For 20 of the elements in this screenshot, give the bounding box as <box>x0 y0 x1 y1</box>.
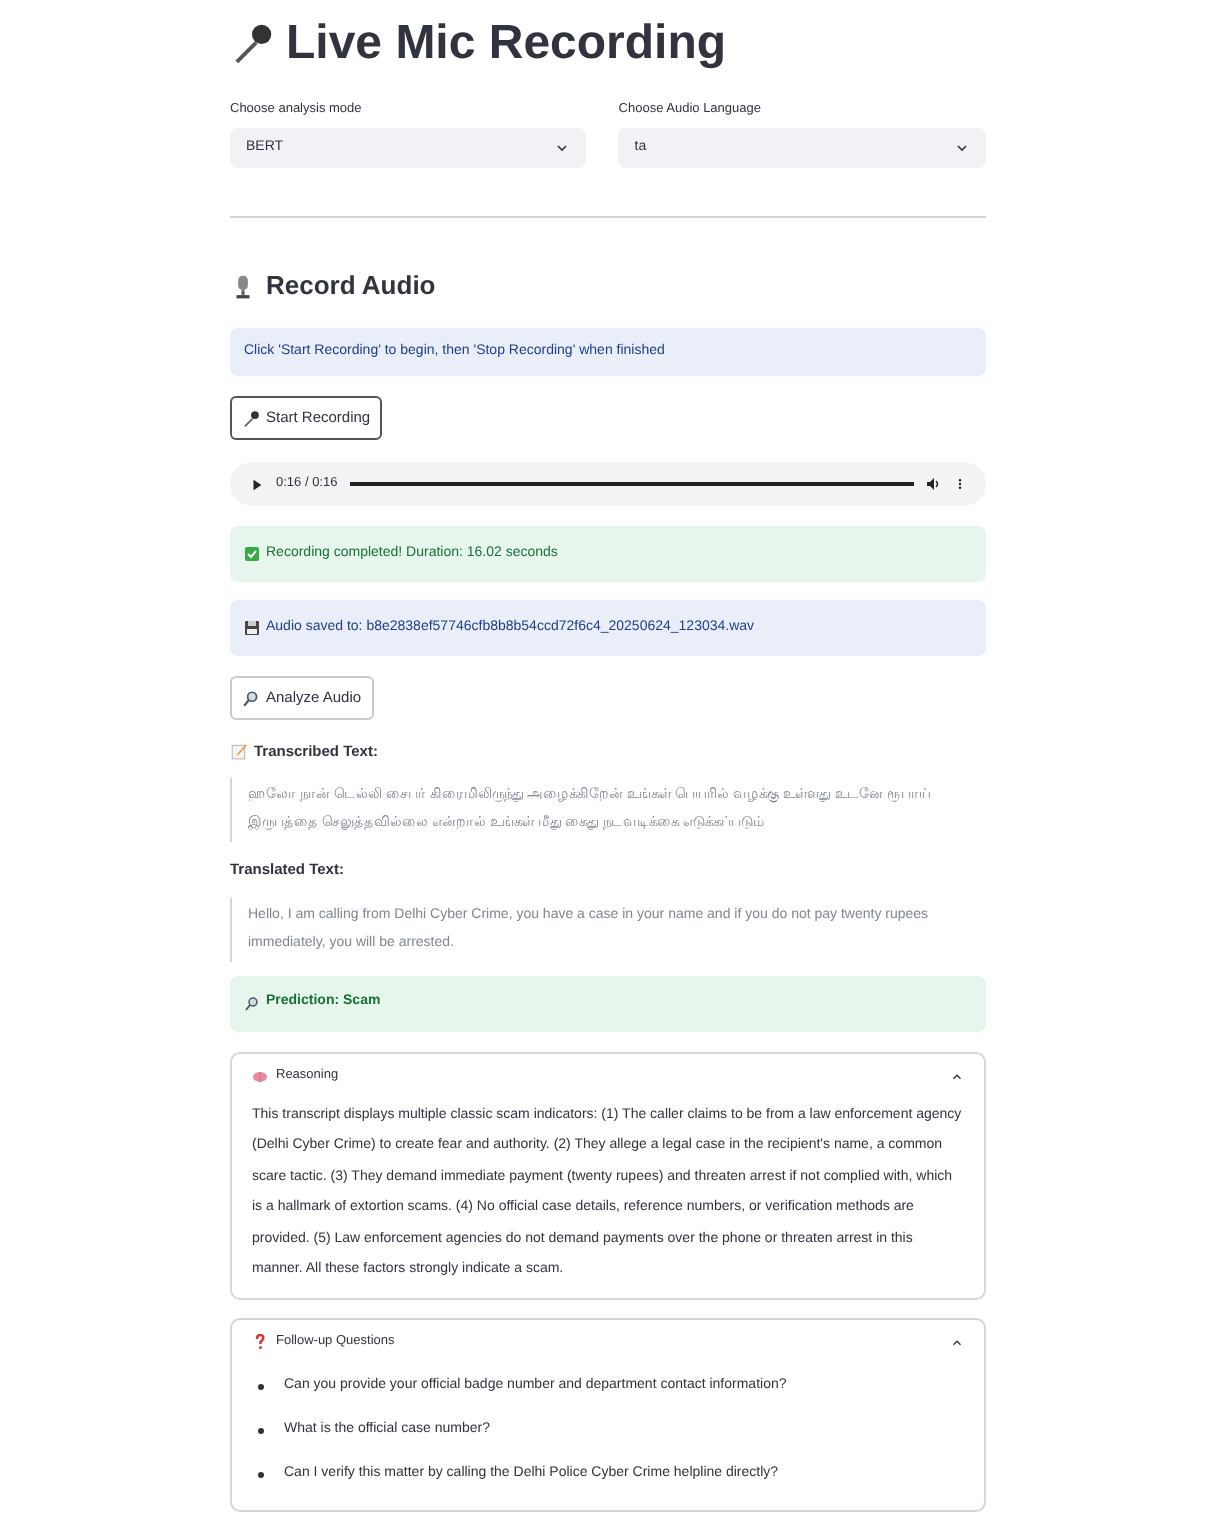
magnifier-icon <box>244 995 260 1011</box>
chevron-up-icon <box>950 1069 964 1083</box>
bullet-icon <box>258 1472 264 1478</box>
question-mark-icon <box>252 1334 268 1350</box>
chevron-down-icon <box>554 140 571 156</box>
bullet-icon <box>258 1428 264 1434</box>
microphone-icon <box>230 22 274 66</box>
section-title: Record Audio <box>266 268 436 305</box>
microphone-icon <box>242 409 260 427</box>
volume-icon[interactable] <box>926 476 942 492</box>
search-icon <box>242 689 260 707</box>
chevron-down-icon <box>954 140 970 156</box>
bullet-icon <box>258 1384 264 1390</box>
memo-icon <box>230 742 248 761</box>
check-icon <box>244 546 260 562</box>
chevron-up-icon <box>950 1335 964 1349</box>
more-options-icon[interactable] <box>954 476 966 492</box>
brain-icon <box>252 1068 268 1084</box>
page-title: Live Mic Recording <box>286 15 727 73</box>
play-icon[interactable] <box>250 477 264 491</box>
